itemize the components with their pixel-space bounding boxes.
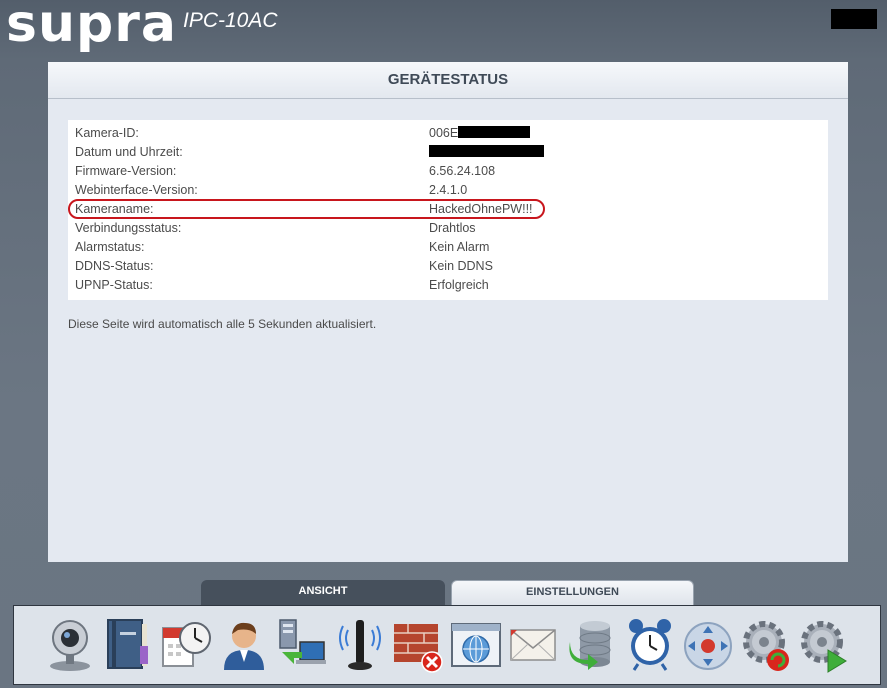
row-value: 006E xyxy=(429,126,459,140)
model-name: IPC-10AC xyxy=(183,9,278,32)
row-label: Kameraname: xyxy=(75,202,154,216)
gear-refresh-icon[interactable] xyxy=(740,616,792,674)
mail-icon[interactable] xyxy=(508,616,560,674)
settings-toolbar xyxy=(13,605,881,685)
table-row: Alarmstatus: Kein Alarm xyxy=(68,238,828,257)
firewall-icon[interactable] xyxy=(392,616,444,674)
row-value: 2.4.1.0 xyxy=(429,183,468,197)
row-label: UPNP-Status: xyxy=(75,278,153,292)
redacted-block xyxy=(429,145,544,157)
wireless-icon[interactable] xyxy=(334,616,386,674)
redacted-block xyxy=(831,9,877,29)
user-icon[interactable] xyxy=(218,616,270,674)
network-icon[interactable] xyxy=(276,616,328,674)
table-row: Webinterface-Version: 2.4.1.0 xyxy=(68,181,828,200)
table-row: Kameraname: HackedOhnePW!!! xyxy=(68,200,828,219)
page-title: GERÄTESTATUS xyxy=(387,71,509,88)
row-value: Erfolgreich xyxy=(429,278,489,292)
row-value: Kein Alarm xyxy=(429,240,490,254)
tab-ansicht[interactable]: ANSICHT xyxy=(201,580,445,605)
row-value: Kein DDNS xyxy=(429,259,493,273)
refresh-note: Diese Seite wird automatisch alle 5 Seku… xyxy=(68,317,377,331)
row-value: Drahtlos xyxy=(429,221,476,235)
tab-einstellungen[interactable]: EINSTELLUNGEN xyxy=(451,580,694,605)
row-label: Verbindungsstatus: xyxy=(75,221,182,235)
table-row: UPNP-Status: Erfolgreich xyxy=(68,276,828,295)
browser-window-icon[interactable] xyxy=(450,616,502,674)
row-label: Kamera-ID: xyxy=(75,126,139,140)
row-label: Webinterface-Version: xyxy=(75,183,198,197)
row-label: Firmware-Version: xyxy=(75,164,177,178)
table-row: Kamera-ID: 006E xyxy=(68,124,828,143)
brand-logo: supra xyxy=(6,0,177,54)
ptz-control-icon[interactable] xyxy=(682,616,734,674)
status-panel: GERÄTESTATUS Kamera-ID: 006E Datum und U… xyxy=(48,62,848,562)
database-icon[interactable] xyxy=(566,616,618,674)
row-value: 6.56.24.108 xyxy=(429,164,496,178)
row-label: DDNS-Status: xyxy=(75,259,154,273)
panel-header: GERÄTESTATUS xyxy=(48,62,848,99)
status-table: Kamera-ID: 006E Datum und Uhrzeit: Firmw… xyxy=(68,120,828,300)
book-icon[interactable] xyxy=(102,616,154,674)
row-value: HackedOhnePW!!! xyxy=(429,202,533,216)
table-row: Verbindungsstatus: Drahtlos xyxy=(68,219,828,238)
row-label: Alarmstatus: xyxy=(75,240,145,254)
table-row: DDNS-Status: Kein DDNS xyxy=(68,257,828,276)
table-row: Datum und Uhrzeit: xyxy=(68,143,828,162)
redacted-block xyxy=(458,126,531,138)
calendar-clock-icon[interactable] xyxy=(160,616,212,674)
alarm-clock-icon[interactable] xyxy=(624,616,676,674)
gear-play-icon[interactable] xyxy=(798,616,850,674)
table-row: Firmware-Version: 6.56.24.108 xyxy=(68,162,828,181)
webcam-icon[interactable] xyxy=(44,616,96,674)
row-label: Datum und Uhrzeit: xyxy=(75,145,183,159)
